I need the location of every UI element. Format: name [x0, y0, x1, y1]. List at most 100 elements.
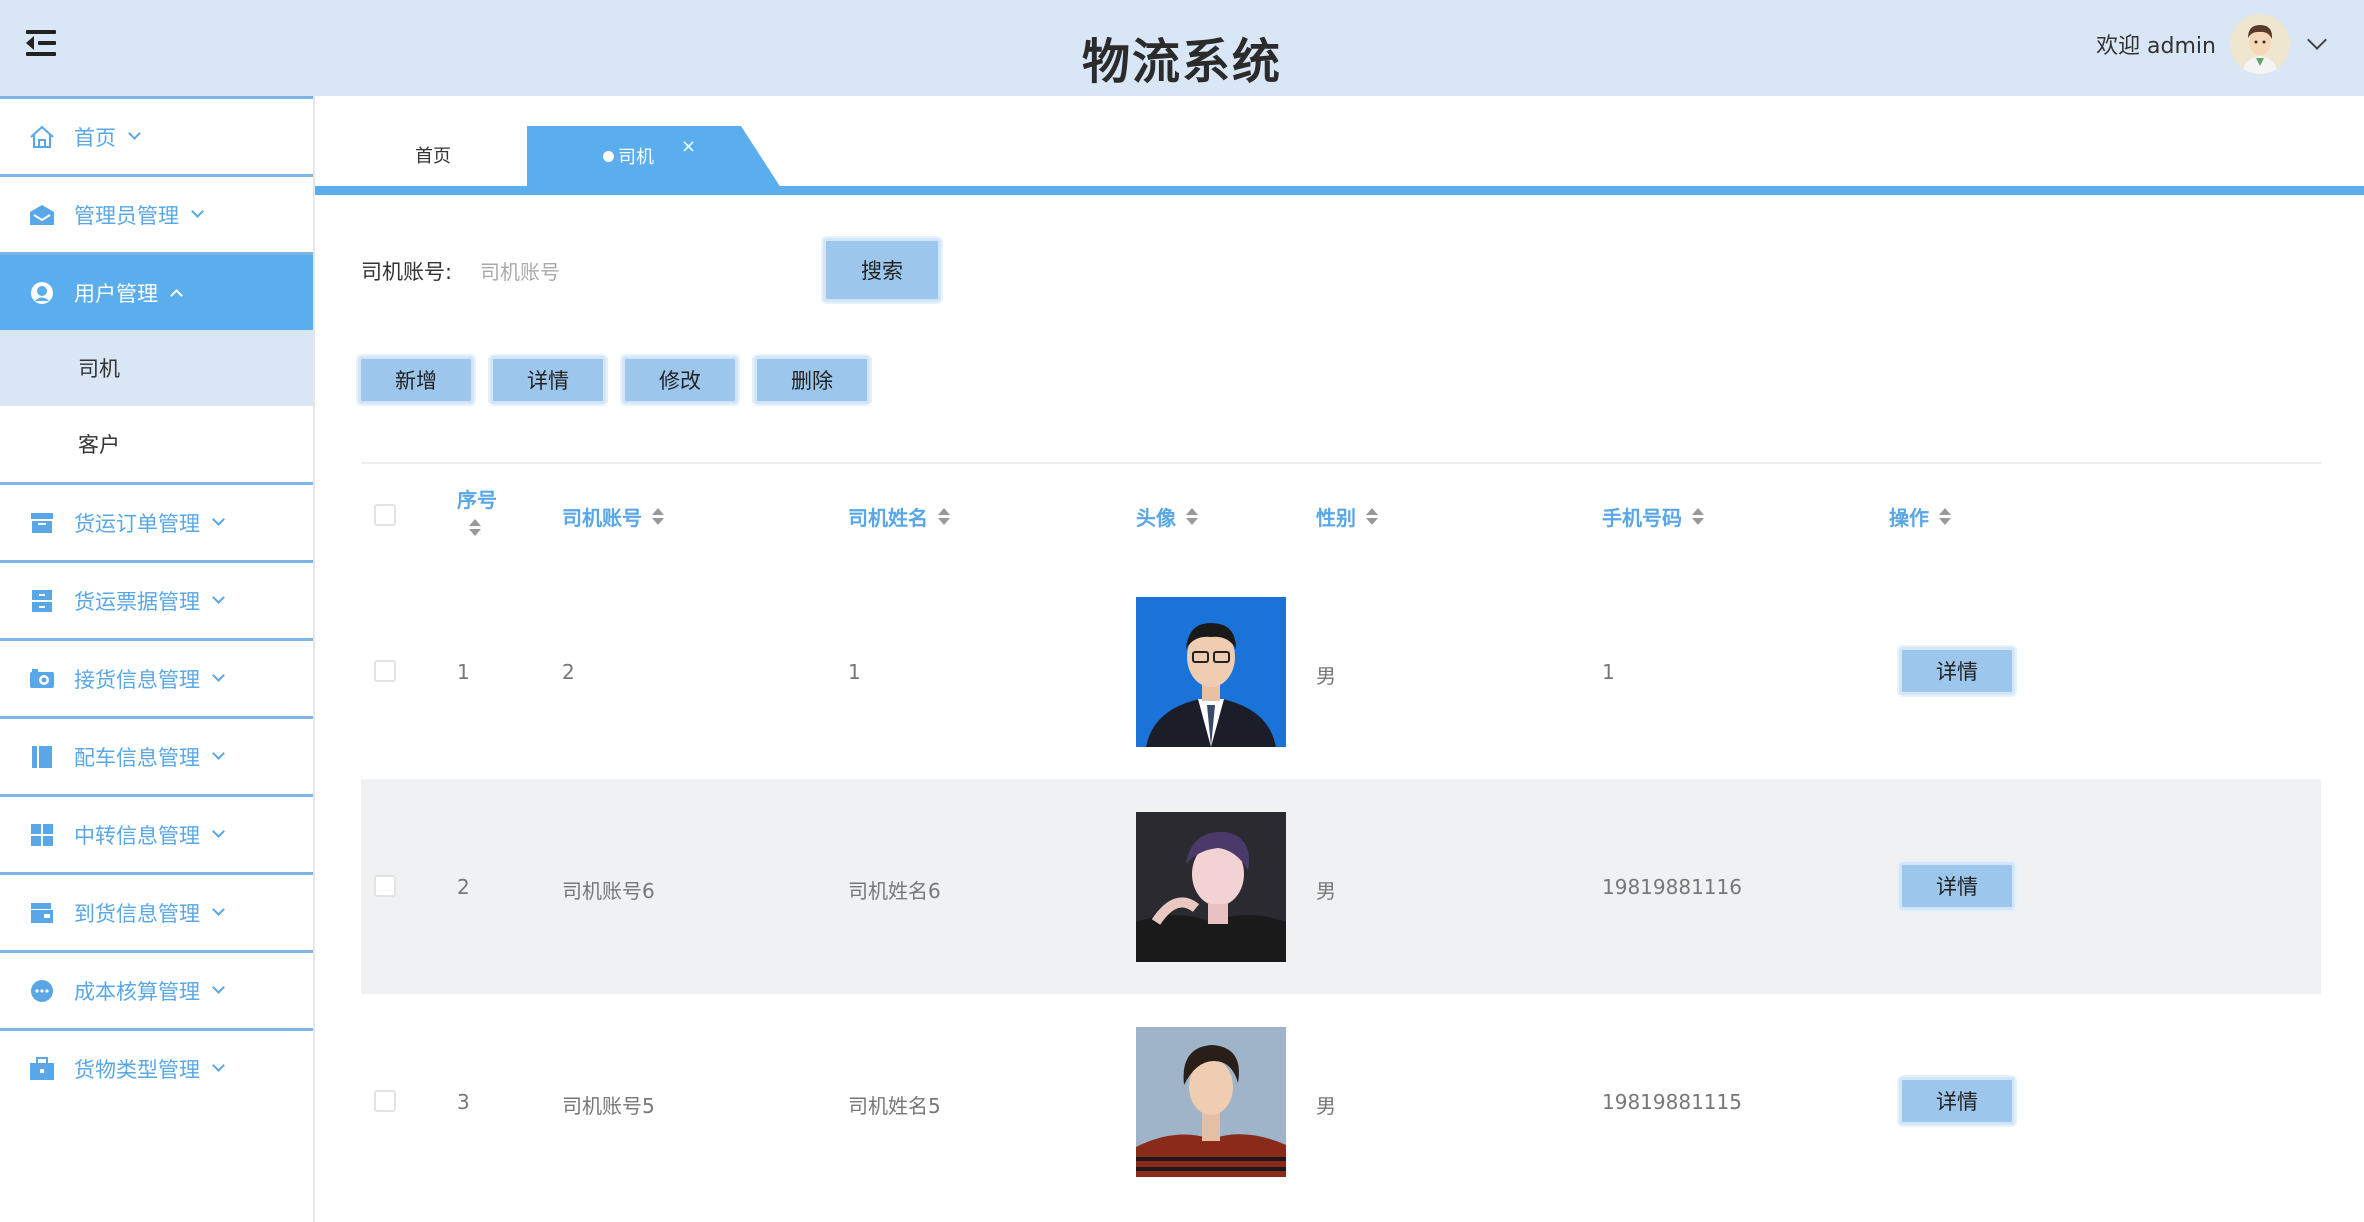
cell-name: 司机姓名5: [848, 1094, 941, 1118]
chevron-up-icon: [170, 289, 183, 302]
cell-account: 2: [562, 660, 575, 684]
chevron-down-icon: [191, 205, 204, 218]
sidebar-item-arrival-info[interactable]: 到货信息管理: [0, 872, 313, 950]
sort-icon[interactable]: [652, 508, 664, 525]
cell-index: 2: [457, 875, 470, 899]
close-icon[interactable]: ×: [681, 136, 696, 157]
column-header-action[interactable]: 操作: [1889, 502, 1951, 531]
driver-avatar[interactable]: [1136, 597, 1286, 747]
row-detail-button[interactable]: 详情: [1899, 862, 2015, 910]
add-button[interactable]: 新增: [358, 356, 474, 404]
cell-phone: 19819881116: [1602, 875, 1742, 899]
chevron-down-icon: [212, 591, 225, 604]
driver-table: 序号 司机账号 司机姓名 头像 性别 手机号码 操作 1 2 1 男 1 详情 …: [361, 462, 2321, 1222]
cell-phone: 1: [1602, 660, 1615, 684]
cabinet-icon: [28, 588, 56, 614]
chevron-down-icon: [212, 513, 225, 526]
menu-toggle-icon[interactable]: [26, 30, 56, 56]
row-detail-button[interactable]: 详情: [1899, 1077, 2015, 1125]
cell-phone: 19819881115: [1602, 1090, 1742, 1114]
sidebar-item-freight-bills[interactable]: 货运票据管理: [0, 560, 313, 638]
column-header-name[interactable]: 司机姓名: [848, 502, 950, 531]
sidebar-item-admin[interactable]: 管理员管理: [0, 174, 313, 252]
column-header-index[interactable]: 序号: [457, 484, 497, 536]
edit-button[interactable]: 修改: [622, 356, 738, 404]
table-row[interactable]: 2 司机账号6 司机姓名6 男 19819881116 详情: [361, 779, 2321, 994]
sidebar-item-label: 货物类型管理: [74, 1057, 200, 1082]
camera-icon: [28, 666, 56, 692]
sidebar-item-users[interactable]: 用户管理: [0, 252, 313, 330]
sidebar-item-label: 中转信息管理: [74, 823, 200, 848]
sidebar-item-goods-types[interactable]: 货物类型管理: [0, 1028, 313, 1106]
row-detail-button[interactable]: 详情: [1899, 647, 2015, 695]
sort-icon[interactable]: [938, 508, 950, 525]
row-checkbox[interactable]: [374, 1090, 396, 1112]
sort-icon[interactable]: [1692, 508, 1704, 525]
wallet-icon: [28, 900, 56, 926]
cell-account: 司机账号5: [562, 1094, 655, 1118]
sort-icon[interactable]: [1939, 508, 1951, 525]
more-icon: [28, 978, 56, 1004]
box-icon: [28, 510, 56, 536]
sidebar-item-label: 成本核算管理: [74, 979, 200, 1004]
table-header: 序号 司机账号 司机姓名 头像 性别 手机号码 操作: [361, 464, 2321, 564]
sidebar-item-cost-accounting[interactable]: 成本核算管理: [0, 950, 313, 1028]
sort-icon[interactable]: [1186, 508, 1198, 525]
search-input[interactable]: [480, 250, 810, 294]
search-label: 司机账号:: [361, 260, 453, 284]
tab-driver-label: 司机: [603, 143, 654, 169]
user-avatar[interactable]: [2230, 14, 2290, 74]
row-checkbox[interactable]: [374, 660, 396, 682]
sort-icon[interactable]: [1366, 508, 1378, 525]
sidebar-item-label: 接货信息管理: [74, 667, 200, 692]
cell-index: 3: [457, 1090, 470, 1114]
briefcase-icon: [28, 1056, 56, 1082]
chevron-down-icon: [212, 825, 225, 838]
sidebar-item-label: 配车信息管理: [74, 745, 200, 770]
delete-button[interactable]: 删除: [754, 356, 870, 404]
column-header-label: 头像: [1136, 506, 1176, 530]
detail-button[interactable]: 详情: [490, 356, 606, 404]
chevron-down-icon: [212, 669, 225, 682]
driver-avatar[interactable]: [1136, 812, 1286, 962]
search-button[interactable]: 搜索: [823, 238, 941, 302]
sidebar-subitem-label: 客户: [78, 433, 120, 457]
welcome-text: 欢迎 admin: [2096, 34, 2216, 59]
chevron-down-icon: [128, 127, 141, 140]
column-header-label: 操作: [1889, 506, 1929, 530]
column-header-account[interactable]: 司机账号: [562, 502, 664, 531]
cell-gender: 男: [1316, 664, 1336, 688]
book-icon: [28, 744, 56, 770]
chevron-down-icon[interactable]: [2307, 30, 2327, 50]
app-title: 物流系统: [1081, 34, 1282, 90]
tab-driver[interactable]: 司机 ×: [527, 126, 781, 188]
sidebar-subitem-driver[interactable]: 司机: [0, 330, 313, 406]
sidebar-item-vehicle-info[interactable]: 配车信息管理: [0, 716, 313, 794]
sidebar-item-transfer-info[interactable]: 中转信息管理: [0, 794, 313, 872]
chevron-down-icon: [212, 1059, 225, 1072]
column-header-avatar[interactable]: 头像: [1136, 502, 1198, 531]
column-header-gender[interactable]: 性别: [1316, 502, 1378, 531]
sidebar-subitem-customer[interactable]: 客户: [0, 406, 313, 482]
table-row[interactable]: 1 2 1 男 1 详情: [361, 564, 2321, 779]
chevron-down-icon: [212, 981, 225, 994]
tab-driver-text: 司机: [618, 147, 654, 168]
sort-icon[interactable]: [469, 519, 481, 536]
sidebar-item-home[interactable]: 首页: [0, 96, 313, 174]
tab-home[interactable]: 首页: [415, 142, 451, 168]
sidebar-item-label: 到货信息管理: [74, 901, 200, 926]
sidebar-item-pickup-info[interactable]: 接货信息管理: [0, 638, 313, 716]
sidebar-item-label: 货运订单管理: [74, 511, 200, 536]
column-header-phone[interactable]: 手机号码: [1602, 502, 1704, 531]
user-menu[interactable]: 欢迎 admin: [2096, 12, 2327, 76]
user-icon: [28, 280, 56, 306]
sidebar-subitem-label: 司机: [78, 357, 120, 381]
mail-icon: [28, 202, 56, 228]
sidebar-item-freight-orders[interactable]: 货运订单管理: [0, 482, 313, 560]
select-all-checkbox[interactable]: [374, 504, 396, 526]
table-row[interactable]: 3 司机账号5 司机姓名5 男 19819881115 详情: [361, 994, 2321, 1209]
home-icon: [28, 124, 56, 150]
row-checkbox[interactable]: [374, 875, 396, 897]
driver-avatar[interactable]: [1136, 1027, 1286, 1177]
column-header-label: 性别: [1316, 506, 1356, 530]
